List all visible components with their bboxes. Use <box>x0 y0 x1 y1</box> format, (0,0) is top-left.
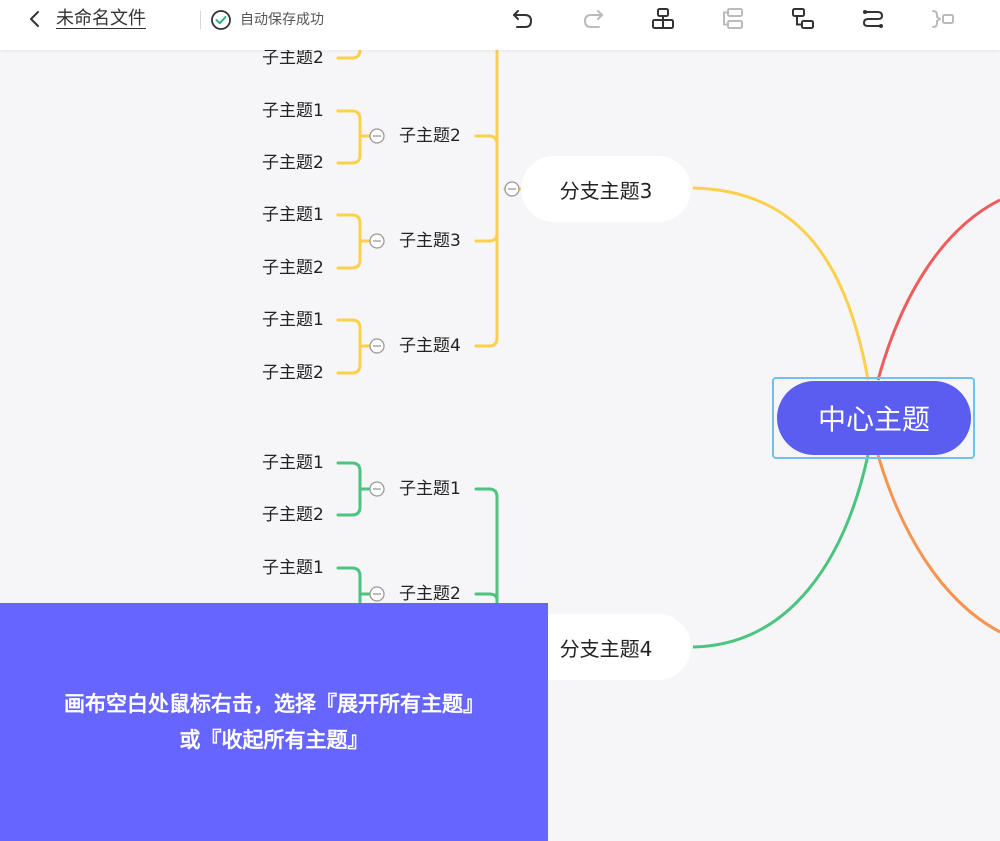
relation-icon <box>862 10 884 28</box>
branch3-curve <box>692 186 870 381</box>
chevron-left-icon[interactable] <box>24 8 46 30</box>
add-sibling-topic-button[interactable] <box>718 4 748 34</box>
branch-topic-3[interactable]: 分支主题3 <box>521 156 691 222</box>
add-relation-button[interactable] <box>858 4 888 34</box>
top-toolbar: 未命名文件 自动保存成功 <box>0 0 1000 50</box>
branch4-curve <box>692 454 870 649</box>
collapse-icon[interactable] <box>369 128 385 144</box>
subtopic[interactable]: 子主题1 <box>399 479 461 499</box>
redo-button[interactable] <box>578 4 608 34</box>
leaf-topic[interactable]: 子主题1 <box>262 101 324 121</box>
document-title[interactable]: 未命名文件 <box>56 8 146 30</box>
leaf-topic[interactable]: 子主题2 <box>262 505 324 525</box>
collapse-icon[interactable] <box>369 233 385 249</box>
leaf-topic[interactable]: 子主题2 <box>262 363 324 383</box>
collapse-icon[interactable] <box>504 181 520 197</box>
undo-button[interactable] <box>508 4 538 34</box>
subtopic[interactable]: 子主题2 <box>399 584 461 604</box>
check-circle-icon <box>211 10 231 30</box>
right-branch-orange-curve <box>876 454 1000 634</box>
collapse-icon[interactable] <box>369 586 385 602</box>
leaf-topic[interactable]: 子主题1 <box>262 310 324 330</box>
branch-topic-label: 分支主题4 <box>559 636 653 661</box>
sibling-topic-icon <box>723 8 743 29</box>
branch-topic-label: 分支主题3 <box>559 178 653 203</box>
leaf-topic[interactable]: 子主题1 <box>262 205 324 225</box>
right-branch-red-curve <box>876 198 1000 381</box>
leaf-topic[interactable]: 子主题1 <box>262 558 324 578</box>
subtopic[interactable]: 子主题4 <box>399 336 461 356</box>
save-status: 自动保存成功 <box>240 12 324 28</box>
collapse-icon[interactable] <box>369 481 385 497</box>
tip-overlay: 画布空白处鼠标右击，选择『展开所有主题』或『收起所有主题』 <box>0 603 548 841</box>
undo-icon <box>513 10 533 28</box>
leaf-topic[interactable]: 子主题2 <box>262 153 324 173</box>
leaf-topic[interactable]: 子主题2 <box>262 258 324 278</box>
child-topic-icon <box>792 8 814 29</box>
tip-text: 画布空白处鼠标右击，选择『展开所有主题』或『收起所有主题』 <box>64 692 484 752</box>
add-child-topic-button[interactable] <box>788 4 818 34</box>
add-parent-topic-button[interactable] <box>648 4 678 34</box>
collapse-icon[interactable] <box>369 338 385 354</box>
subtopic[interactable]: 子主题3 <box>399 231 461 251</box>
leaf-topic[interactable]: 子主题2 <box>262 48 324 68</box>
subtopic[interactable]: 子主题2 <box>399 126 461 146</box>
redo-icon <box>583 10 603 28</box>
central-topic[interactable]: 中心主题 <box>777 381 971 455</box>
divider <box>200 11 201 29</box>
central-topic-label: 中心主题 <box>817 403 930 436</box>
add-summary-button[interactable] <box>928 4 958 34</box>
summary-icon <box>932 10 954 28</box>
leaf-topic[interactable]: 子主题1 <box>262 453 324 473</box>
parent-topic-icon <box>652 8 674 29</box>
